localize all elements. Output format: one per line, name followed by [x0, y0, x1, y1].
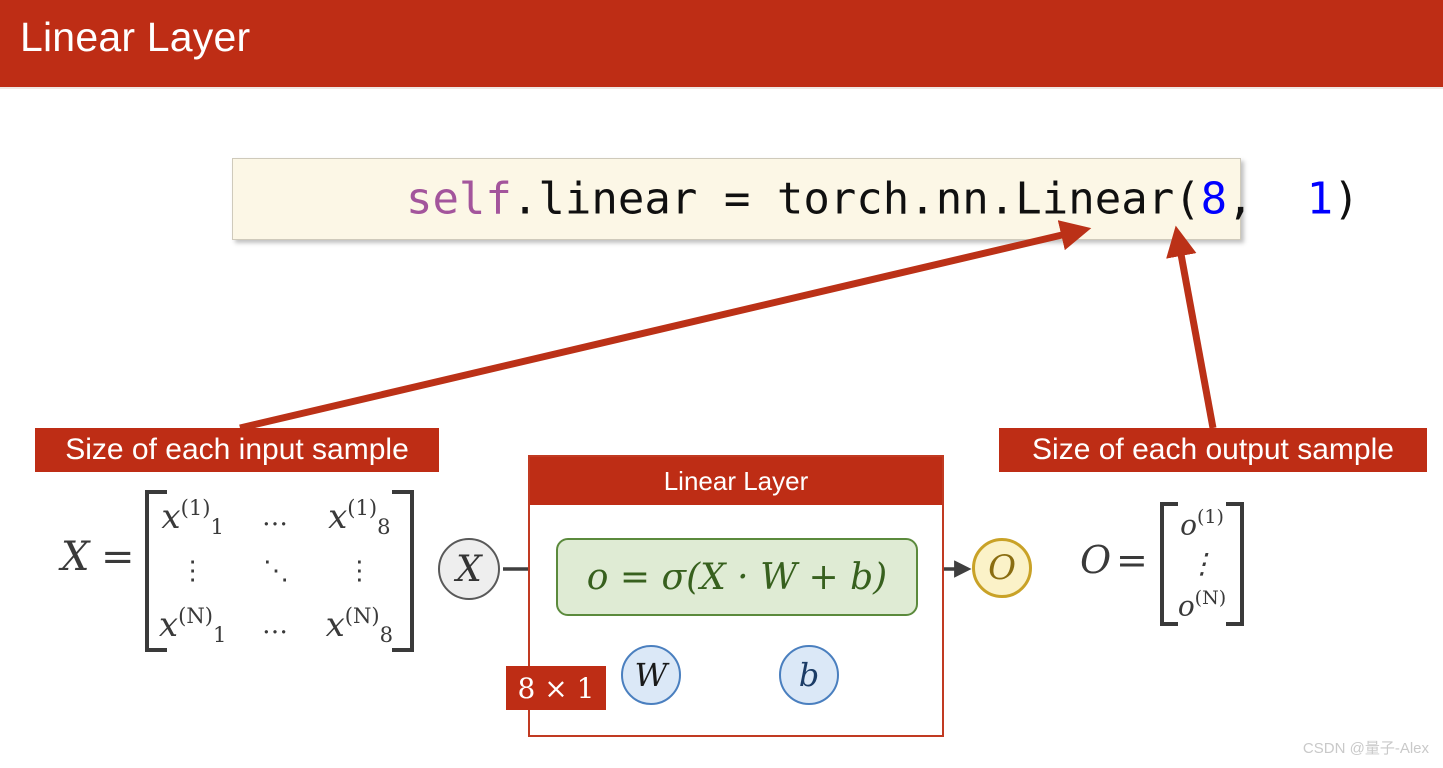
- weight-shape-label: 8 × 1: [517, 671, 595, 705]
- node-weight-w: W: [621, 645, 681, 705]
- output-matrix-name: O: [1080, 538, 1112, 582]
- matrix-hdots-top: …: [261, 502, 290, 532]
- matrix-cell-x1-1: x(1)1: [161, 494, 224, 539]
- code-snippet-text: self.linear = torch.nn.Linear(8, 1): [247, 123, 1360, 276]
- node-input-x: X: [438, 538, 500, 600]
- weight-shape-badge: 8 × 1: [506, 666, 606, 710]
- code-snippet-box: self.linear = torch.nn.Linear(8, 1): [232, 158, 1360, 240]
- output-cell-o-N: o(N): [1177, 587, 1227, 623]
- output-matrix-equals: =: [1116, 538, 1148, 582]
- matrix-vdots-left: ⋮: [179, 556, 206, 586]
- node-output-o: O: [972, 538, 1032, 598]
- input-matrix: X = x(1)1 … x(1)8 ⋮ ⋱ ⋮ x(N)1 … x(N)8: [55, 486, 425, 656]
- node-weight-label: W: [634, 656, 668, 694]
- matrix-vdots-right: ⋮: [346, 556, 373, 586]
- input-matrix-grid: x(1)1 … x(1)8 ⋮ ⋱ ⋮ x(N)1 … x(N)8: [151, 490, 401, 652]
- output-matrix: O = o(1) ⋮ o(N): [1078, 500, 1278, 630]
- matrix-cell-x1-N: x(N)1: [158, 602, 227, 647]
- node-bias-b: b: [779, 645, 839, 705]
- callout-output-label: Size of each output sample: [1032, 433, 1394, 466]
- watermark: CSDN @量子-Alex: [1302, 740, 1429, 757]
- output-vdots: ⋮: [1188, 546, 1216, 580]
- title-divider: [0, 87, 1443, 89]
- output-matrix-column: o(1) ⋮ o(N): [1166, 502, 1238, 626]
- node-output-o-label: O: [988, 548, 1016, 588]
- matrix-ddots-center: ⋱: [262, 556, 289, 586]
- slide-canvas: Linear Layer self.linear = torch.nn.Line…: [0, 0, 1443, 768]
- linear-layer-header: Linear Layer: [530, 457, 942, 505]
- linear-layer-header-label: Linear Layer: [663, 465, 809, 496]
- slide-title-bar: Linear Layer: [0, 0, 1443, 87]
- node-bias-label: b: [798, 656, 820, 694]
- code-token-in-features: 8: [1200, 173, 1228, 225]
- callout-output-size: Size of each output sample: [999, 428, 1427, 472]
- input-matrix-equals: =: [101, 534, 135, 580]
- node-input-x-label: X: [456, 548, 482, 590]
- code-token-out-features: 1: [1306, 173, 1334, 225]
- code-token-comma: ,: [1227, 173, 1307, 225]
- code-token-call: .linear = torch.nn.Linear(: [511, 173, 1201, 225]
- input-matrix-name: X: [61, 534, 90, 580]
- formula-text: o = σ(X · W + b): [586, 556, 888, 598]
- matrix-cell-x8-N: x(N)8: [325, 602, 394, 647]
- formula-box: o = σ(X · W + b): [556, 538, 918, 616]
- callout-input-size: Size of each input sample: [35, 428, 439, 472]
- page-title: Linear Layer: [20, 14, 251, 60]
- matrix-cell-x8-1: x(1)8: [328, 494, 391, 539]
- callout-input-label: Size of each input sample: [65, 433, 409, 466]
- matrix-hdots-bottom: …: [261, 610, 290, 640]
- output-cell-o-1: o(1): [1180, 505, 1224, 541]
- code-token-close-paren: ): [1333, 173, 1360, 225]
- code-token-self: self: [405, 173, 512, 225]
